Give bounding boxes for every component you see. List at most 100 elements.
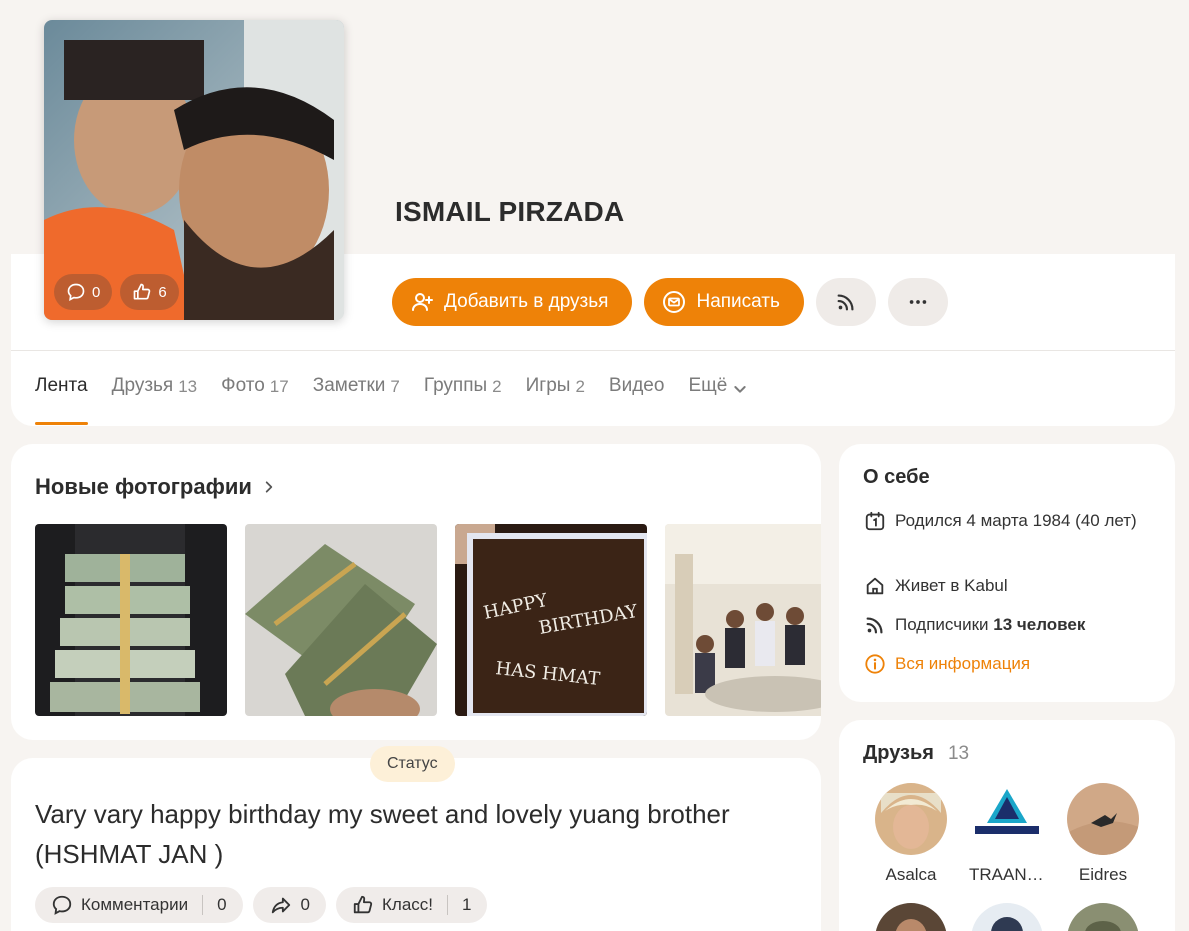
comments-label: Комментарии bbox=[81, 895, 189, 914]
subscribe-button[interactable] bbox=[815, 278, 876, 326]
friends-heading[interactable]: Друзья 13 bbox=[863, 742, 969, 765]
friend-avatar bbox=[875, 903, 947, 931]
tab-photos[interactable]: Фото 17 bbox=[221, 375, 289, 425]
profile-actions: Добавить в друзья Написать bbox=[392, 278, 948, 326]
tab-label: Заметки bbox=[312, 375, 386, 396]
friend-avatar bbox=[971, 903, 1043, 931]
money-bundles-photo bbox=[245, 524, 437, 716]
share-button[interactable]: 0 bbox=[252, 887, 327, 923]
add-friend-button[interactable]: Добавить в друзья bbox=[392, 278, 633, 326]
birthday-text: Родился 4 марта 1984 (40 лет) bbox=[895, 511, 1137, 530]
shares-count: 0 bbox=[300, 895, 311, 914]
profile-tabs: Лента Друзья 13 Фото 17 Заметки 7 Группы 2 И… bbox=[35, 375, 748, 425]
status-post-card: Vary vary happy birthday my sweet and lo… bbox=[11, 758, 821, 931]
avatar-likes[interactable]: 6 bbox=[120, 274, 179, 310]
photo-thumbnail[interactable] bbox=[665, 524, 821, 716]
tab-friends[interactable]: Друзья 13 bbox=[112, 375, 198, 425]
comment-icon bbox=[67, 283, 85, 301]
photos-strip: HAPPY BIRTHDAY HAS HMAT bbox=[35, 524, 821, 716]
new-photos-card: Новые фотографии HAPPY BIRTHDAY HAS HMAT bbox=[11, 444, 821, 740]
location-text: Живет в Kabul bbox=[895, 576, 1008, 595]
friend-name: Eidres bbox=[1078, 865, 1128, 884]
like-button[interactable]: Класс! 1 bbox=[336, 887, 488, 923]
friend-item[interactable]: Asalca bbox=[863, 783, 959, 885]
tab-games[interactable]: Игры 2 bbox=[526, 375, 585, 425]
avatar-comments[interactable]: 0 bbox=[54, 274, 113, 310]
photo-thumbnail[interactable]: HAPPY BIRTHDAY HAS HMAT bbox=[455, 524, 647, 716]
tab-label: Друзья bbox=[111, 375, 174, 396]
profile-avatar[interactable]: 0 6 bbox=[44, 20, 344, 320]
new-photos-title: Новые фотографии bbox=[35, 474, 252, 499]
friend-item[interactable]: Eidres bbox=[1055, 783, 1151, 885]
tab-count: 13 bbox=[178, 377, 198, 396]
all-info-label: Вся информация bbox=[895, 654, 1031, 673]
new-photos-heading[interactable]: Новые фотографии bbox=[35, 474, 276, 500]
friend-name: TRAANSMEDIA bbox=[969, 865, 1055, 884]
friend-item[interactable] bbox=[863, 903, 959, 931]
friend-item[interactable]: TRAANSMEDIA bbox=[959, 783, 1055, 885]
like-label: Класс! bbox=[382, 895, 434, 914]
comments-count: 0 bbox=[217, 895, 227, 914]
photo-thumbnail[interactable] bbox=[245, 524, 437, 716]
like-count: 1 bbox=[462, 895, 472, 914]
write-message-button[interactable]: Написать bbox=[644, 278, 804, 326]
tab-video[interactable]: Видео bbox=[609, 375, 665, 425]
all-info-link[interactable]: Вся информация bbox=[863, 650, 1153, 677]
tab-feed[interactable]: Лента bbox=[35, 375, 88, 425]
friend-avatar bbox=[1067, 903, 1139, 931]
friend-item[interactable] bbox=[1055, 903, 1151, 931]
tab-label: Фото bbox=[221, 375, 265, 396]
subscribers-label: Подписчики bbox=[895, 615, 989, 634]
tab-label: Ещё bbox=[688, 375, 728, 396]
group-dinner-photo bbox=[665, 524, 821, 716]
status-badge: Статус bbox=[370, 746, 455, 782]
tab-label: Видео bbox=[608, 375, 665, 396]
money-stack-photo bbox=[35, 524, 227, 716]
more-icon bbox=[909, 300, 927, 304]
calendar-icon bbox=[865, 511, 885, 531]
like-icon bbox=[353, 895, 373, 914]
avatar-likes-count: 6 bbox=[158, 283, 167, 301]
about-birthday: Родился 4 марта 1984 (40 лет) bbox=[863, 507, 1153, 534]
tab-label: Игры bbox=[525, 375, 571, 396]
status-text: Vary vary happy birthday my sweet and lo… bbox=[35, 799, 730, 869]
photo-thumbnail[interactable] bbox=[35, 524, 227, 716]
home-icon bbox=[866, 577, 884, 595]
friend-avatar bbox=[971, 783, 1043, 855]
tab-label: Лента bbox=[35, 375, 88, 396]
friends-title: Друзья bbox=[863, 742, 934, 764]
birthday-cake-photo: HAPPY BIRTHDAY HAS HMAT bbox=[455, 524, 647, 716]
header-divider bbox=[11, 350, 1175, 351]
avatar-comments-count: 0 bbox=[92, 283, 101, 301]
tab-count: 2 bbox=[492, 377, 502, 396]
friends-count: 13 bbox=[947, 743, 970, 764]
about-title: О себе bbox=[863, 466, 930, 488]
about-subscribers[interactable]: Подписчики 13 человек bbox=[863, 611, 1153, 638]
write-message-label: Написать bbox=[696, 291, 780, 312]
more-actions-button[interactable] bbox=[887, 278, 948, 326]
about-location: Живет в Kabul bbox=[863, 572, 1153, 599]
chevron-right-icon bbox=[265, 481, 273, 493]
friend-name: Asalca bbox=[885, 865, 937, 884]
rss-icon bbox=[866, 617, 883, 634]
tab-count: 17 bbox=[269, 377, 289, 396]
rss-icon bbox=[837, 294, 854, 311]
friends-card: Друзья 13 Asalca TRAANSMEDIA Eidres bbox=[839, 720, 1175, 931]
separator bbox=[202, 895, 204, 915]
post-actions: Комментарии 0 0 Класс! 1 bbox=[35, 887, 488, 923]
tab-label: Группы bbox=[423, 375, 488, 396]
share-icon bbox=[271, 897, 290, 914]
add-friend-label: Добавить в друзья bbox=[444, 291, 609, 312]
subscribers-value: 13 человек bbox=[993, 615, 1086, 634]
tab-more[interactable]: Ещё bbox=[688, 375, 748, 425]
about-card: О себе Родился 4 марта 1984 (40 лет) Жив… bbox=[839, 444, 1175, 702]
tab-notes[interactable]: Заметки 7 bbox=[313, 375, 400, 425]
info-icon bbox=[865, 654, 885, 674]
friend-avatar bbox=[1067, 783, 1139, 855]
comments-button[interactable]: Комментарии 0 bbox=[35, 887, 243, 923]
separator bbox=[447, 895, 449, 915]
chevron-down-icon bbox=[734, 386, 746, 393]
friend-item[interactable] bbox=[959, 903, 1055, 931]
tab-groups[interactable]: Группы 2 bbox=[424, 375, 502, 425]
comment-icon bbox=[52, 895, 72, 915]
